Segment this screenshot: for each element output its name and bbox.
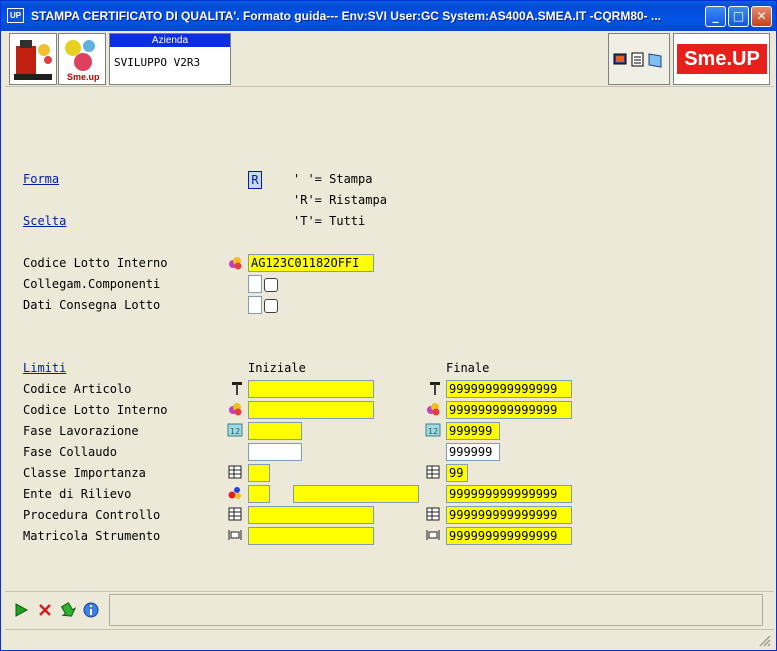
play-icon[interactable] (13, 602, 29, 618)
procedura-controllo-iniziale[interactable] (248, 506, 374, 524)
collegam-button[interactable] (264, 278, 278, 292)
fase-collaudo-label: Fase Collaudo (23, 445, 117, 459)
ruler-icon[interactable] (425, 527, 441, 543)
fase-lavorazione-label: Fase Lavorazione (23, 424, 139, 438)
maximize-button[interactable]: □ (728, 6, 749, 27)
table-icon[interactable] (227, 506, 243, 522)
resize-grip-icon[interactable] (758, 634, 772, 648)
azienda-value: SVILUPPO V2R3 (114, 56, 201, 69)
number-icon[interactable]: 12 (425, 422, 441, 438)
table-icon[interactable] (227, 464, 243, 480)
footer-toolbar (5, 591, 774, 627)
back-arrow-icon[interactable] (60, 602, 76, 618)
smeup-brand: Sme.UP (677, 44, 767, 74)
close-button[interactable]: ✕ (751, 6, 772, 27)
dati-consegna-input[interactable] (248, 296, 262, 314)
info-icon[interactable] (83, 602, 99, 618)
hammer-icon[interactable] (229, 380, 245, 396)
option-ristampa: 'R'= Ristampa (293, 193, 387, 207)
lot-icon[interactable] (227, 255, 243, 271)
ruler-icon[interactable] (227, 527, 243, 543)
hammer-icon[interactable] (427, 380, 443, 396)
matricola-strumento-label: Matricola Strumento (23, 529, 161, 543)
finale-header: Finale (446, 361, 490, 375)
ente-rilievo-iniziale-descr[interactable] (293, 485, 419, 503)
codice-lotto-label: Codice Lotto Interno (23, 256, 168, 270)
entity-icon[interactable] (227, 485, 243, 501)
title-bar[interactable]: UP STAMPA CERTIFICATO DI QUALITA'. Forma… (1, 1, 776, 31)
azienda-panel: Azienda SVILUPPO V2R3 (109, 33, 231, 85)
matricola-strumento-iniziale[interactable] (248, 527, 374, 545)
limiti-codice-lotto-label: Codice Lotto Interno (23, 403, 168, 417)
monitor-icon[interactable] (613, 53, 627, 65)
classe-importanza-finale[interactable]: 99 (446, 464, 468, 482)
azienda-label: Azienda (110, 34, 230, 47)
ente-rilievo-finale[interactable]: 999999999999999 (446, 485, 572, 503)
fase-collaudo-iniziale[interactable] (248, 443, 302, 461)
limiti-label[interactable]: Limiti (23, 361, 66, 375)
machine-logo-icon (14, 40, 52, 80)
codice-articolo-finale[interactable]: 999999999999999 (446, 380, 572, 398)
forma-input[interactable]: R (248, 171, 262, 189)
smeup-mini-text: Sme.up (67, 72, 100, 82)
cancel-x-icon[interactable] (37, 602, 53, 618)
svg-text:12: 12 (428, 427, 438, 436)
smeup-logo[interactable]: Sme.UP (673, 33, 770, 85)
codice-articolo-iniziale[interactable] (248, 380, 374, 398)
option-stampa: ' '= Stampa (293, 172, 373, 186)
status-bar (5, 629, 774, 649)
app-window: UP STAMPA CERTIFICATO DI QUALITA'. Forma… (0, 0, 777, 651)
number-icon[interactable]: 12 (227, 422, 243, 438)
option-tutti: 'T'= Tutti (293, 214, 366, 228)
minimize-button[interactable]: _ (705, 6, 726, 27)
logo-box-2[interactable]: Sme.up (58, 33, 106, 85)
collegam-input[interactable] (248, 275, 262, 293)
classe-importanza-label: Classe Importanza (23, 466, 146, 480)
procedura-controllo-label: Procedura Controllo (23, 508, 161, 522)
dati-consegna-button[interactable] (264, 299, 278, 313)
codice-articolo-label: Codice Articolo (23, 382, 132, 396)
procedura-controllo-finale[interactable]: 999999999999999 (446, 506, 572, 524)
book-icon[interactable] (648, 53, 662, 68)
table-icon[interactable] (425, 464, 441, 480)
ente-rilievo-label: Ente di Rilievo (23, 487, 132, 501)
iniziale-header: Iniziale (248, 361, 306, 375)
matricola-strumento-finale[interactable]: 999999999999999 (446, 527, 572, 545)
scelta-label[interactable]: Scelta (23, 214, 66, 228)
logo-box-1[interactable] (9, 33, 57, 85)
classe-importanza-iniziale[interactable] (248, 464, 270, 482)
message-area (109, 594, 763, 626)
codice-lotto-input[interactable]: AG123C01182OFFI (248, 254, 374, 272)
window-title: STAMPA CERTIFICATO DI QUALITA'. Formato … (31, 9, 662, 23)
lot-icon[interactable] (425, 401, 441, 417)
header-toolbar: Sme.up Azienda SVILUPPO V2R3 Sme.UP (5, 31, 774, 87)
forma-label[interactable]: Forma (23, 172, 59, 186)
smeup-gears-icon: Sme.up (65, 40, 100, 82)
fase-lavorazione-finale[interactable]: 999999 (446, 422, 500, 440)
collegam-label: Collegam.Componenti (23, 277, 161, 291)
form-content: Forma R ' '= Stampa 'R'= Ristampa 'T'= T… (5, 88, 774, 591)
lot-icon[interactable] (227, 401, 243, 417)
dati-consegna-label: Dati Consegna Lotto (23, 298, 161, 312)
fase-lavorazione-iniziale[interactable] (248, 422, 302, 440)
table-icon[interactable] (425, 506, 441, 522)
app-icon[interactable]: UP (7, 8, 24, 23)
limiti-codice-lotto-finale[interactable]: 999999999999999 (446, 401, 572, 419)
tool-icons-panel (608, 33, 670, 85)
document-icon[interactable] (631, 52, 644, 67)
limiti-codice-lotto-iniziale[interactable] (248, 401, 374, 419)
fase-collaudo-finale[interactable]: 999999 (446, 443, 500, 461)
ente-rilievo-iniziale[interactable] (248, 485, 270, 503)
svg-text:12: 12 (230, 427, 240, 436)
